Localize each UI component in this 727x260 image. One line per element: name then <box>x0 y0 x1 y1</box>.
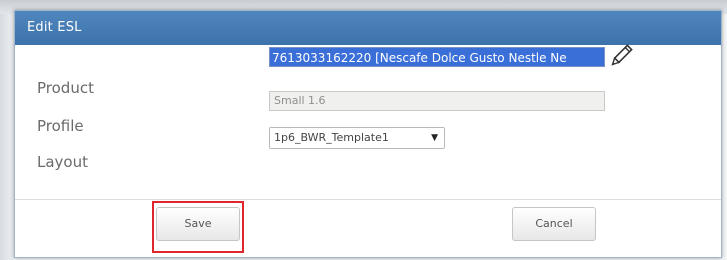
layout-select-value: 1p6_BWR_Template1 <box>274 131 389 144</box>
dialog-title: Edit ESL <box>27 20 82 35</box>
dialog-titlebar[interactable]: Edit ESL <box>15 11 721 45</box>
footer-divider <box>15 199 721 200</box>
layout-label: Layout <box>37 153 88 171</box>
pencil-icon[interactable] <box>606 41 636 71</box>
background-left-edge <box>0 14 14 260</box>
caret-down-icon: ▼ <box>431 133 438 143</box>
profile-field: Small 1.6 <box>269 91 605 111</box>
save-highlight-box <box>152 201 244 253</box>
product-field[interactable]: 7613033162220 [Nescafe Dolce Gusto Nestl… <box>269 47 605 67</box>
layout-select[interactable]: 1p6_BWR_Template1 ▼ <box>269 127 445 149</box>
profile-label: Profile <box>37 117 84 135</box>
cancel-button[interactable]: Cancel <box>512 207 596 241</box>
product-label: Product <box>37 79 94 97</box>
edit-esl-dialog: Edit ESL Product 7613033162220 [Nescafe … <box>14 10 722 258</box>
